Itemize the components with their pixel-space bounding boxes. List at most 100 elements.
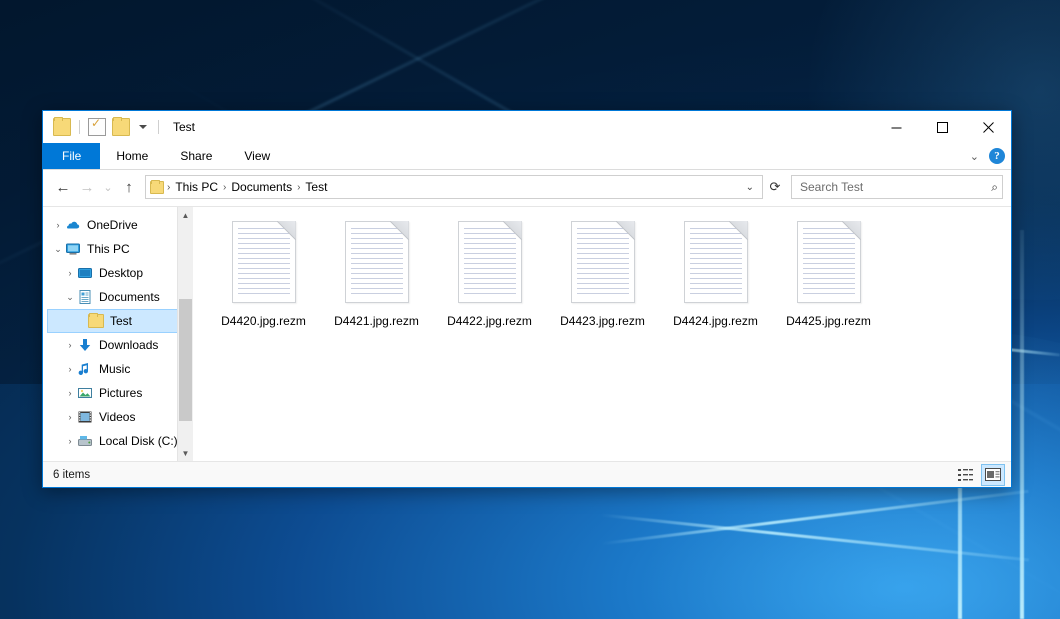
breadcrumb-test[interactable]: Test [301,180,331,194]
folder-icon [88,313,104,329]
refresh-button[interactable]: ⟳ [763,175,787,199]
cloud-icon [65,217,81,233]
window-body: › OneDrive ⌄ This PC › Desktop [43,206,1011,461]
breadcrumb-documents[interactable]: Documents [227,180,296,194]
sidebar-item-label: Documents [99,290,160,304]
scrollbar-thumb[interactable] [179,299,192,421]
sidebar-item-videos[interactable]: › Videos [43,405,193,429]
chevron-right-icon[interactable]: › [63,340,77,350]
breadcrumb-this-pc[interactable]: This PC [171,180,222,194]
tab-share[interactable]: Share [164,143,228,169]
generic-document-icon [571,221,635,303]
file-item[interactable]: D4420.jpg.rezm [207,217,320,351]
chevron-right-icon[interactable]: › [51,220,65,230]
sidebar-item-test[interactable]: Test [47,309,189,333]
sidebar-item-label: Test [110,314,132,328]
sidebar-item-documents[interactable]: ⌄ Documents [43,285,193,309]
properties-checkbox-icon[interactable] [88,118,106,136]
sidebar-item-label: OneDrive [87,218,138,232]
file-item[interactable]: D4421.jpg.rezm [320,217,433,351]
maximize-button[interactable] [919,111,965,143]
help-icon[interactable]: ? [989,148,1005,164]
chevron-down-icon[interactable]: ⌄ [51,244,65,255]
forward-button[interactable]: → [75,175,99,199]
sidebar-item-label: This PC [87,242,130,256]
file-name-label: D4425.jpg.rezm [786,314,871,328]
chevron-right-icon[interactable]: › [63,436,77,446]
file-name-label: D4422.jpg.rezm [447,314,532,328]
tab-home[interactable]: Home [100,143,164,169]
generic-document-icon [345,221,409,303]
toolbar-separator [79,120,80,134]
details-view-button[interactable] [955,465,977,485]
title-bar: Test [43,111,1011,143]
toolbar-separator [158,120,159,134]
pictures-icon [77,385,93,401]
address-bar[interactable]: › This PC › Documents › Test ⌄ [145,175,763,199]
file-name-label: D4420.jpg.rezm [221,314,306,328]
sidebar-item-downloads[interactable]: › Downloads [43,333,193,357]
folder-icon[interactable] [53,118,71,136]
ribbon-right-controls: ⌄ ? [970,143,1005,169]
search-box[interactable]: ⌕ [791,175,1003,199]
file-list-view[interactable]: D4420.jpg.rezm D4421.jpg.rezm D4422.jpg.… [193,207,1011,461]
generic-document-icon [797,221,861,303]
sidebar-item-music[interactable]: › Music [43,357,193,381]
window-controls [873,111,1011,143]
search-icon[interactable]: ⌕ [991,180,998,195]
chevron-right-icon[interactable]: › [63,412,77,422]
tab-view[interactable]: View [228,143,286,169]
file-item[interactable]: D4423.jpg.rezm [546,217,659,351]
sidebar-item-pictures[interactable]: › Pictures [43,381,193,405]
sidebar-item-onedrive[interactable]: › OneDrive [43,213,193,237]
drive-icon [77,433,93,449]
large-icons-view-button[interactable] [981,464,1005,486]
tab-file[interactable]: File [43,143,100,169]
chevron-right-icon[interactable]: › [63,364,77,374]
chevron-down-icon[interactable]: ⌄ [740,182,760,193]
generic-document-icon [232,221,296,303]
minimize-button[interactable] [873,111,919,143]
up-button[interactable]: ↑ [117,175,141,199]
search-input[interactable] [798,179,991,195]
generic-document-icon [458,221,522,303]
scroll-down-arrow-icon[interactable]: ▼ [178,445,193,461]
file-item[interactable]: D4424.jpg.rezm [659,217,772,351]
chevron-down-icon[interactable]: ⌄ [63,292,77,303]
sidebar-item-label: Videos [99,410,135,424]
new-folder-icon[interactable] [112,118,130,136]
sidebar-item-label: Local Disk (C:) [99,434,178,448]
chevron-down-icon[interactable]: ⌄ [970,150,979,163]
file-grid: D4420.jpg.rezm D4421.jpg.rezm D4422.jpg.… [207,217,1011,351]
back-button[interactable]: ← [51,175,75,199]
file-item[interactable]: D4425.jpg.rezm [772,217,885,351]
generic-document-icon [684,221,748,303]
sidebar-item-local-disk-c[interactable]: › Local Disk (C:) [43,429,193,453]
desktop-icon [77,265,93,281]
recent-locations-button[interactable]: ⌄ [99,175,117,199]
file-item[interactable]: D4422.jpg.rezm [433,217,546,351]
status-bar: 6 items [43,461,1011,487]
sidebar-item-label: Downloads [99,338,158,352]
view-mode-buttons [955,464,1005,486]
ribbon-tab-strip: File Home Share View ⌄ ? [43,143,1011,170]
chevron-right-icon[interactable]: › [63,388,77,398]
chevron-right-icon[interactable]: › [63,268,77,278]
chevron-down-icon[interactable] [139,125,147,129]
quick-access-toolbar: Test [43,111,195,143]
close-button[interactable] [965,111,1011,143]
videos-icon [77,409,93,425]
sidebar-item-label: Pictures [99,386,142,400]
sidebar-item-label: Desktop [99,266,143,280]
sidebar-item-this-pc[interactable]: ⌄ This PC [43,237,193,261]
monitor-icon [65,241,81,257]
window-title: Test [173,120,195,134]
scroll-up-arrow-icon[interactable]: ▲ [178,207,193,223]
documents-icon [77,289,93,305]
file-name-label: D4424.jpg.rezm [673,314,758,328]
file-name-label: D4423.jpg.rezm [560,314,645,328]
sidebar-item-desktop[interactable]: › Desktop [43,261,193,285]
navigation-pane-scrollbar[interactable]: ▲ ▼ [177,207,193,461]
item-count-label: 6 items [53,469,90,481]
folder-icon [150,181,164,194]
